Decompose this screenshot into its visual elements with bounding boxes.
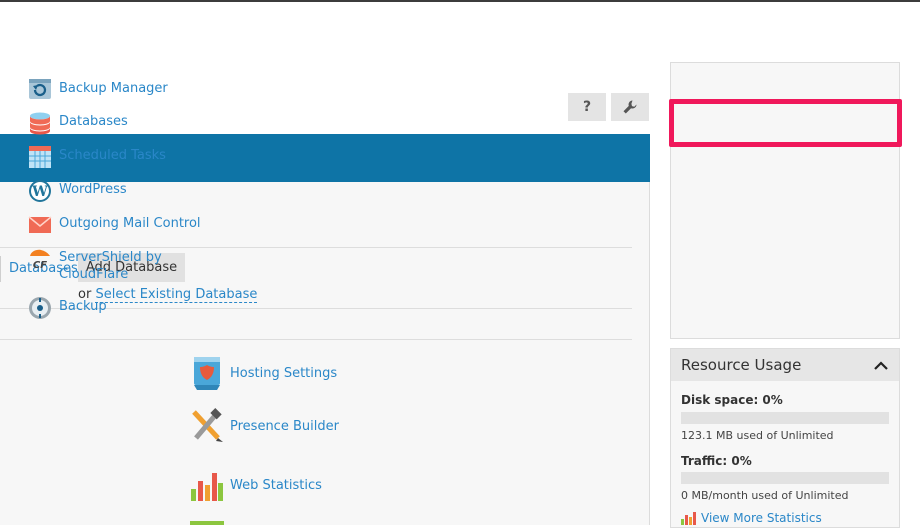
resource-usage-panel: Resource Usage Disk space: 0% 123.1 MB u… [670, 348, 900, 528]
sidebar-item-label[interactable]: ServerShield by CloudFlare [59, 249, 169, 283]
sidebar-item-label[interactable]: Outgoing Mail Control [59, 215, 201, 232]
mail-icon [28, 213, 52, 237]
presence-builder-icon [190, 408, 224, 444]
hosting-settings-icon [190, 355, 224, 391]
chevron-up-icon[interactable] [873, 359, 889, 371]
sidebar-item-wordpress[interactable]: W WordPress [28, 179, 127, 203]
calendar-icon [28, 145, 52, 169]
web-statistics-item[interactable]: Web Statistics [190, 467, 322, 503]
view-more-statistics-link[interactable]: View More Statistics [701, 511, 822, 525]
hosting-settings-item[interactable]: Hosting Settings [190, 355, 337, 391]
sidebar-item-label[interactable]: Databases [59, 113, 128, 130]
disk-space-label: Disk space: 0% [681, 393, 783, 407]
svg-text:CF: CF [33, 260, 47, 271]
databases-icon [28, 111, 52, 135]
top-border [0, 0, 920, 2]
divider [0, 339, 632, 340]
backup-manager-icon [28, 77, 52, 101]
cloudflare-icon: CF [28, 247, 52, 271]
sidebar-item-label[interactable]: WordPress [59, 181, 127, 198]
backup-icon [28, 296, 52, 320]
traffic-detail: 0 MB/month used of Unlimited [681, 489, 849, 502]
wrench-icon [623, 100, 637, 114]
sidebar-item-label[interactable]: Scheduled Tasks [59, 147, 166, 164]
sidebar-item-label[interactable]: Backup Manager [59, 80, 168, 97]
databases-highlight [669, 99, 902, 147]
presence-builder-item[interactable]: Presence Builder [190, 408, 339, 444]
sidebar-item-label[interactable]: Backup [59, 298, 107, 315]
disk-space-bar [681, 412, 889, 424]
traffic-label: Traffic: 0% [681, 454, 752, 468]
sidebar-item-databases[interactable]: Databases [28, 111, 128, 135]
svg-text:W: W [31, 184, 48, 200]
sidebar-item-backup[interactable]: Backup [28, 296, 107, 320]
next-tool-icon-partial [190, 521, 224, 525]
sidebar-item-servershield[interactable]: CF ServerShield by CloudFlare [28, 247, 169, 283]
divider [0, 256, 1, 282]
question-icon: ? [582, 99, 592, 115]
select-existing-database-link[interactable]: Select Existing Database [95, 287, 258, 303]
traffic-bar [681, 472, 889, 484]
presence-builder-link[interactable]: Presence Builder [230, 419, 339, 434]
sidebar-item-backup-manager[interactable]: Backup Manager [28, 77, 168, 101]
resource-usage-title: Resource Usage [681, 356, 802, 374]
settings-button[interactable] [611, 93, 649, 121]
help-button[interactable]: ? [568, 93, 606, 121]
resource-usage-header[interactable]: Resource Usage [671, 349, 899, 381]
disk-space-detail: 123.1 MB used of Unlimited [681, 429, 834, 442]
web-statistics-link[interactable]: Web Statistics [230, 478, 322, 493]
sidebar-item-scheduled-tasks[interactable]: Scheduled Tasks [28, 145, 166, 169]
web-statistics-icon [190, 467, 224, 503]
view-more-statistics[interactable]: View More Statistics [681, 511, 822, 525]
hosting-settings-link[interactable]: Hosting Settings [230, 366, 337, 381]
sidebar-item-outgoing-mail[interactable]: Outgoing Mail Control [28, 213, 201, 237]
wordpress-icon: W [28, 179, 52, 203]
statistics-icon [681, 512, 696, 525]
